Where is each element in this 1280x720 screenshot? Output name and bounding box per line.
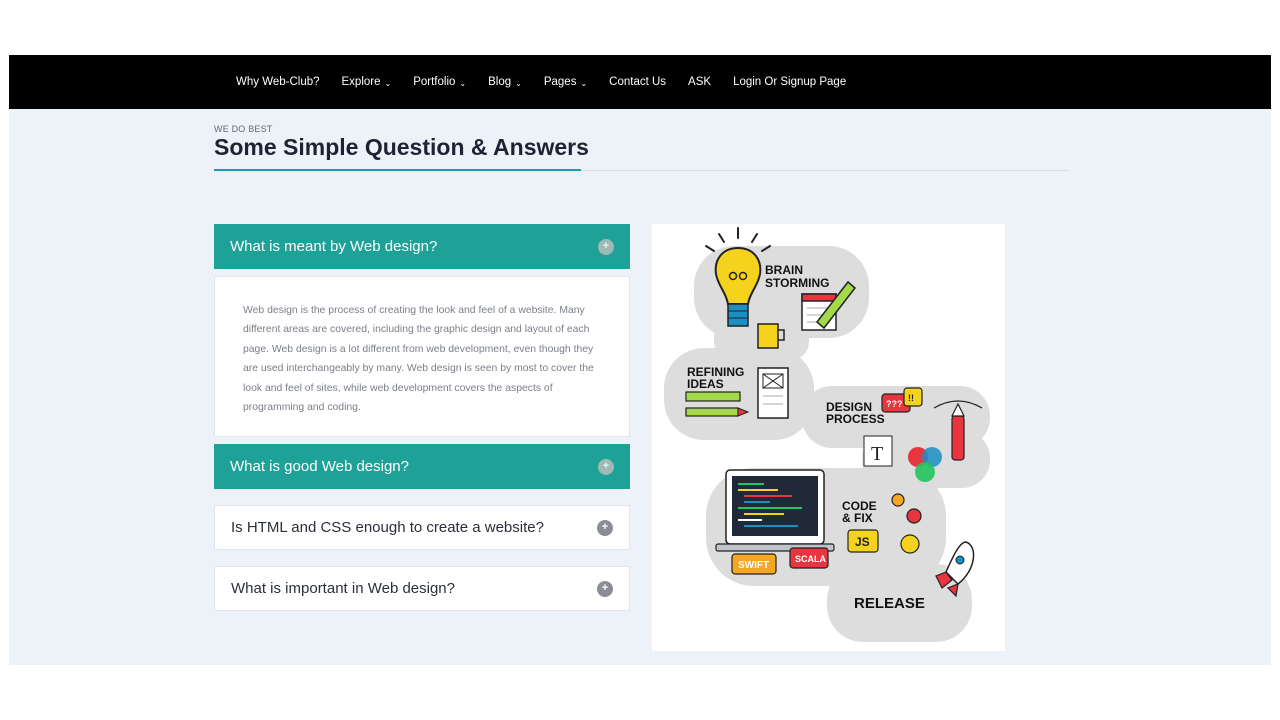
- plus-icon[interactable]: +: [598, 458, 614, 475]
- process-infographic: BRAIN STORMING REFINING IDEAS DESIGN PRO…: [664, 227, 990, 642]
- laptop-code-icon: [715, 469, 835, 552]
- nav-item-label: Login Or Signup Page: [733, 76, 847, 88]
- plus-icon[interactable]: +: [597, 580, 613, 597]
- code-label-2: & FIX: [842, 511, 873, 525]
- text-tool-glyph: T: [871, 443, 883, 465]
- nav-item-login-signup[interactable]: Login Or Signup Page: [733, 76, 846, 88]
- faq-question-header[interactable]: What is good Web design? +: [214, 444, 630, 489]
- faq-question-text: Is HTML and CSS enough to create a websi…: [231, 519, 544, 536]
- nav-item-label: Contact Us: [609, 76, 667, 88]
- bubble-text: ???: [886, 399, 903, 409]
- wireframe-doc-icon: [757, 367, 789, 419]
- release-label: RELEASE: [854, 595, 925, 612]
- design-label-2: PROCESS: [826, 412, 885, 426]
- chevron-down-icon: ⌄: [515, 78, 522, 88]
- chevron-down-icon: ⌄: [580, 78, 588, 88]
- nav-item-blog[interactable]: Blog ⌄: [488, 76, 522, 88]
- faq-answer-line: page. Web design is a lot different from…: [243, 343, 594, 355]
- swift-badge-text: SWIFT: [738, 560, 769, 571]
- faq-answer-panel: Web design is the process of creating th…: [214, 276, 630, 437]
- chevron-down-icon: ⌄: [384, 78, 392, 88]
- nav-item-label: Blog: [488, 76, 512, 88]
- faq-question-text: What is meant by Web design?: [230, 238, 438, 255]
- web-design-process-illustration: BRAIN STORMING REFINING IDEAS DESIGN PRO…: [652, 224, 1005, 651]
- js-badge-icon: JS: [847, 529, 879, 553]
- faq-question-text: What is good Web design?: [230, 458, 409, 475]
- faq-question-text: What is important in Web design?: [231, 580, 455, 597]
- nav-item-contact-us[interactable]: Contact Us: [609, 76, 666, 88]
- section-title: Some Simple Question & Answers: [214, 134, 589, 160]
- nav-item-pages[interactable]: Pages ⌄: [544, 76, 587, 88]
- nav-menu: Why Web-Club? Explore ⌄ Portfolio ⌄ Blog ⌄ …: [236, 55, 868, 109]
- faq-answer-line: different areas are covered, including t…: [243, 324, 590, 336]
- bubble-text-2: !!: [908, 393, 914, 403]
- title-underline: [214, 169, 581, 171]
- nav-item-explore[interactable]: Explore ⌄: [342, 76, 392, 88]
- faq-question-header[interactable]: Is HTML and CSS enough to create a websi…: [214, 505, 630, 550]
- faq-answer-line: are used interchangeably by many. Web de…: [243, 363, 594, 375]
- js-badge-text: JS: [855, 535, 870, 549]
- plus-icon[interactable]: +: [598, 238, 614, 255]
- faq-question-header[interactable]: What is meant by Web design? +: [214, 224, 630, 269]
- faq-item: What is good Web design? +: [214, 444, 630, 489]
- brainstorming-label-1: BRAIN: [765, 263, 803, 277]
- faq-item: What is important in Web design? +: [214, 566, 630, 611]
- faq-answer-line: Web design is the process of creating th…: [243, 305, 585, 316]
- scala-badge-text: SCALA: [795, 554, 826, 564]
- faq-question-header[interactable]: What is important in Web design? +: [214, 566, 630, 611]
- swift-badge-icon: SWIFT: [731, 553, 777, 575]
- top-navbar: Why Web-Club? Explore ⌄ Portfolio ⌄ Blog ⌄ …: [9, 55, 1271, 109]
- nav-item-label: Explore: [341, 76, 381, 88]
- brainstorming-label-2: STORMING: [765, 276, 829, 290]
- nav-item-ask[interactable]: ASK: [688, 76, 711, 88]
- faq-item: What is meant by Web design? +: [214, 224, 630, 269]
- plus-icon[interactable]: +: [597, 519, 613, 536]
- refining-label-2: IDEAS: [687, 377, 724, 391]
- scala-badge-icon: SCALA: [789, 547, 829, 569]
- text-tool-icon: T: [863, 435, 893, 467]
- faq-answer-line: programming and coding.: [243, 402, 361, 414]
- nav-item-label: Portfolio: [413, 76, 456, 88]
- nav-item-label: Why Web-Club?: [236, 76, 320, 88]
- chevron-down-icon: ⌄: [459, 78, 467, 88]
- nav-item-why-web-club[interactable]: Why Web-Club?: [236, 76, 320, 88]
- faq-item: Is HTML and CSS enough to create a websi…: [214, 505, 630, 550]
- nav-item-portfolio[interactable]: Portfolio ⌄: [413, 76, 466, 88]
- nav-item-label: Pages: [543, 76, 577, 88]
- nav-item-label: ASK: [688, 76, 712, 88]
- faq-answer-line: look and feel of sites, while web develo…: [243, 382, 553, 394]
- section-eyebrow: WE DO BEST: [214, 124, 273, 134]
- page-frame: Why Web-Club? Explore ⌄ Portfolio ⌄ Blog ⌄ …: [9, 55, 1271, 665]
